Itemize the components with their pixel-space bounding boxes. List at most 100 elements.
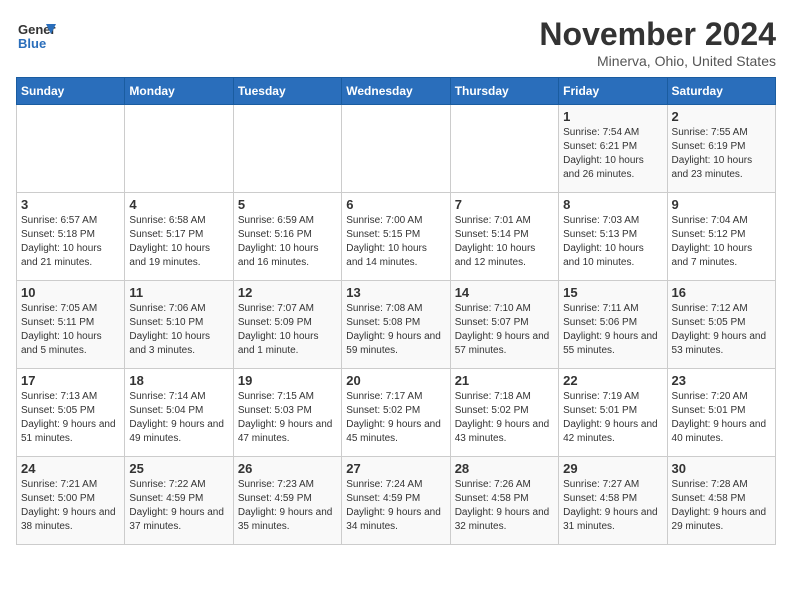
col-sunday: Sunday — [17, 78, 125, 105]
day-number: 19 — [238, 373, 337, 388]
table-row: 4 Sunrise: 6:58 AM Sunset: 5:17 PM Daylig… — [125, 193, 233, 281]
title-area: November 2024 Minerva, Ohio, United Stat… — [539, 16, 776, 69]
day-number: 15 — [563, 285, 662, 300]
day-number: 8 — [563, 197, 662, 212]
table-row: 19Sunrise: 7:15 AM Sunset: 5:03 PM Dayli… — [233, 369, 341, 457]
day-info: Sunrise: 7:10 AM Sunset: 5:07 PM Dayligh… — [455, 302, 554, 358]
day-info: Sunrise: 7:01 AM Sunset: 5:14 PM Dayligh… — [455, 214, 554, 270]
table-row — [17, 105, 125, 193]
calendar-week-row: 24 Sunrise: 7:21 AM Sunset: 5:00 PM Dayli… — [17, 457, 776, 545]
table-row: 20 Sunrise: 7:17 AM Sunset: 5:02 PM Dayli… — [342, 369, 450, 457]
day-number: 2 — [672, 109, 771, 124]
day-info: Sunrise: 6:58 AM Sunset: 5:17 PM Dayligh… — [129, 214, 228, 270]
day-number: 12 — [238, 285, 337, 300]
day-info: Sunrise: 7:55 AM Sunset: 6:19 PM Dayligh… — [672, 126, 771, 182]
day-info: Sunrise: 7:12 AM Sunset: 5:05 PM Dayligh… — [672, 302, 771, 358]
table-row: 12 Sunrise: 7:07 AM Sunset: 5:09 PM Dayli… — [233, 281, 341, 369]
day-info: Sunrise: 7:27 AM Sunset: 4:58 PM Dayligh… — [563, 478, 662, 534]
calendar-week-row: 3 Sunrise: 6:57 AM Sunset: 5:18 PM Daylig… — [17, 193, 776, 281]
day-info: Sunrise: 7:07 AM Sunset: 5:09 PM Dayligh… — [238, 302, 337, 358]
table-row: 5 Sunrise: 6:59 AM Sunset: 5:16 PM Daylig… — [233, 193, 341, 281]
day-info: Sunrise: 7:18 AM Sunset: 5:02 PM Dayligh… — [455, 390, 554, 446]
table-row: 7 Sunrise: 7:01 AM Sunset: 5:14 PM Daylig… — [450, 193, 558, 281]
day-number: 3 — [21, 197, 120, 212]
table-row: 10 Sunrise: 7:05 AM Sunset: 5:11 PM Dayli… — [17, 281, 125, 369]
day-info: Sunrise: 7:08 AM Sunset: 5:08 PM Dayligh… — [346, 302, 445, 358]
day-number: 10 — [21, 285, 120, 300]
table-row: 17Sunrise: 7:13 AM Sunset: 5:05 PM Dayli… — [17, 369, 125, 457]
day-info: Sunrise: 7:00 AM Sunset: 5:15 PM Dayligh… — [346, 214, 445, 270]
col-monday: Monday — [125, 78, 233, 105]
day-info: Sunrise: 7:06 AM Sunset: 5:10 PM Dayligh… — [129, 302, 228, 358]
logo: General Blue — [16, 16, 56, 56]
table-row: 25 Sunrise: 7:22 AM Sunset: 4:59 PM Dayli… — [125, 457, 233, 545]
table-row: 24 Sunrise: 7:21 AM Sunset: 5:00 PM Dayli… — [17, 457, 125, 545]
table-row — [342, 105, 450, 193]
table-row: 26 Sunrise: 7:23 AM Sunset: 4:59 PM Dayli… — [233, 457, 341, 545]
table-row — [450, 105, 558, 193]
day-number: 9 — [672, 197, 771, 212]
calendar-week-row: 17Sunrise: 7:13 AM Sunset: 5:05 PM Dayli… — [17, 369, 776, 457]
calendar-week-row: 1 Sunrise: 7:54 AM Sunset: 6:21 PM Daylig… — [17, 105, 776, 193]
day-number: 11 — [129, 285, 228, 300]
day-number: 5 — [238, 197, 337, 212]
calendar-week-row: 10 Sunrise: 7:05 AM Sunset: 5:11 PM Dayli… — [17, 281, 776, 369]
day-number: 30 — [672, 461, 771, 476]
svg-text:Blue: Blue — [18, 36, 46, 51]
day-number: 22 — [563, 373, 662, 388]
day-number: 1 — [563, 109, 662, 124]
day-number: 4 — [129, 197, 228, 212]
day-number: 13 — [346, 285, 445, 300]
day-number: 23 — [672, 373, 771, 388]
table-row: 27 Sunrise: 7:24 AM Sunset: 4:59 PM Dayli… — [342, 457, 450, 545]
table-row: 1 Sunrise: 7:54 AM Sunset: 6:21 PM Daylig… — [559, 105, 667, 193]
table-row: 30Sunrise: 7:28 AM Sunset: 4:58 PM Dayli… — [667, 457, 775, 545]
day-info: Sunrise: 7:24 AM Sunset: 4:59 PM Dayligh… — [346, 478, 445, 534]
day-info: Sunrise: 7:04 AM Sunset: 5:12 PM Dayligh… — [672, 214, 771, 270]
col-saturday: Saturday — [667, 78, 775, 105]
table-row — [125, 105, 233, 193]
table-row: 29Sunrise: 7:27 AM Sunset: 4:58 PM Dayli… — [559, 457, 667, 545]
day-number: 20 — [346, 373, 445, 388]
day-info: Sunrise: 7:14 AM Sunset: 5:04 PM Dayligh… — [129, 390, 228, 446]
day-number: 7 — [455, 197, 554, 212]
day-info: Sunrise: 7:11 AM Sunset: 5:06 PM Dayligh… — [563, 302, 662, 358]
table-row: 18 Sunrise: 7:14 AM Sunset: 5:04 PM Dayli… — [125, 369, 233, 457]
day-info: Sunrise: 7:54 AM Sunset: 6:21 PM Dayligh… — [563, 126, 662, 182]
day-number: 16 — [672, 285, 771, 300]
table-row: 9 Sunrise: 7:04 AM Sunset: 5:12 PM Daylig… — [667, 193, 775, 281]
table-row: 21Sunrise: 7:18 AM Sunset: 5:02 PM Dayli… — [450, 369, 558, 457]
day-number: 18 — [129, 373, 228, 388]
day-number: 28 — [455, 461, 554, 476]
day-number: 26 — [238, 461, 337, 476]
calendar-header-row: Sunday Monday Tuesday Wednesday Thursday… — [17, 78, 776, 105]
day-info: Sunrise: 7:22 AM Sunset: 4:59 PM Dayligh… — [129, 478, 228, 534]
day-number: 6 — [346, 197, 445, 212]
day-number: 14 — [455, 285, 554, 300]
day-number: 24 — [21, 461, 120, 476]
table-row — [233, 105, 341, 193]
day-info: Sunrise: 6:57 AM Sunset: 5:18 PM Dayligh… — [21, 214, 120, 270]
day-info: Sunrise: 6:59 AM Sunset: 5:16 PM Dayligh… — [238, 214, 337, 270]
day-info: Sunrise: 7:21 AM Sunset: 5:00 PM Dayligh… — [21, 478, 120, 534]
day-info: Sunrise: 7:26 AM Sunset: 4:58 PM Dayligh… — [455, 478, 554, 534]
day-info: Sunrise: 7:05 AM Sunset: 5:11 PM Dayligh… — [21, 302, 120, 358]
month-year-title: November 2024 — [539, 16, 776, 53]
day-info: Sunrise: 7:23 AM Sunset: 4:59 PM Dayligh… — [238, 478, 337, 534]
table-row: 8Sunrise: 7:03 AM Sunset: 5:13 PM Daylig… — [559, 193, 667, 281]
table-row: 11 Sunrise: 7:06 AM Sunset: 5:10 PM Dayli… — [125, 281, 233, 369]
calendar-table: Sunday Monday Tuesday Wednesday Thursday… — [16, 77, 776, 545]
header: General Blue November 2024 Minerva, Ohio… — [16, 16, 776, 69]
col-wednesday: Wednesday — [342, 78, 450, 105]
day-info: Sunrise: 7:20 AM Sunset: 5:01 PM Dayligh… — [672, 390, 771, 446]
day-info: Sunrise: 7:17 AM Sunset: 5:02 PM Dayligh… — [346, 390, 445, 446]
col-thursday: Thursday — [450, 78, 558, 105]
day-info: Sunrise: 7:13 AM Sunset: 5:05 PM Dayligh… — [21, 390, 120, 446]
day-number: 27 — [346, 461, 445, 476]
table-row: 22Sunrise: 7:19 AM Sunset: 5:01 PM Dayli… — [559, 369, 667, 457]
table-row: 13 Sunrise: 7:08 AM Sunset: 5:08 PM Dayli… — [342, 281, 450, 369]
table-row: 15 Sunrise: 7:11 AM Sunset: 5:06 PM Dayli… — [559, 281, 667, 369]
table-row: 16 Sunrise: 7:12 AM Sunset: 5:05 PM Dayli… — [667, 281, 775, 369]
table-row: 14 Sunrise: 7:10 AM Sunset: 5:07 PM Dayli… — [450, 281, 558, 369]
day-number: 25 — [129, 461, 228, 476]
